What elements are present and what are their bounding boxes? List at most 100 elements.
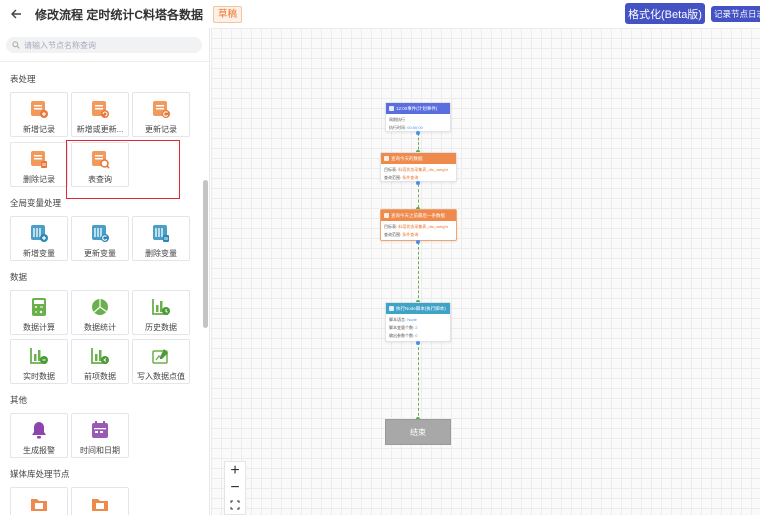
clock-icon xyxy=(389,106,394,111)
connector xyxy=(418,242,419,303)
node-line: 周期执行 xyxy=(389,117,405,122)
status-badge: 草稿 xyxy=(213,5,243,23)
zoom-in-button[interactable]: + xyxy=(224,462,246,479)
format-button[interactable]: 格式化(Beta版) xyxy=(625,3,705,24)
node-add-variable[interactable]: 新增变量 xyxy=(10,216,68,261)
table-upsert-icon xyxy=(92,101,109,118)
node-label: 更新记录 xyxy=(145,125,177,134)
write-data-icon xyxy=(152,349,168,364)
node-header: 执行Node脚本(执行脚本) xyxy=(386,303,450,314)
pie-chart-icon xyxy=(92,299,108,315)
section-title-data: 数据 xyxy=(10,272,28,282)
search-icon xyxy=(12,41,20,49)
node-label: 新增记录 xyxy=(23,125,55,134)
bell-icon xyxy=(32,422,46,439)
node-label: 数据计算 xyxy=(23,323,55,332)
back-arrow-icon[interactable] xyxy=(10,7,24,21)
node-media-2[interactable] xyxy=(71,487,129,515)
node-label: 前项数据 xyxy=(84,372,116,381)
fit-view-icon[interactable] xyxy=(224,497,246,514)
node-label: 删除变量 xyxy=(145,249,177,258)
section-title-other: 其他 xyxy=(10,395,28,405)
node-header: 查询今天之前最后一条数据 xyxy=(381,210,456,221)
node-search-box[interactable] xyxy=(6,37,202,53)
calendar-icon xyxy=(92,421,108,438)
node-title: 查询今天的数据 xyxy=(391,155,423,161)
flow-canvas[interactable] xyxy=(211,28,760,515)
node-body: 目标表: 料塔状态采集表_dtu_weight 查询范围: 条件查询 xyxy=(381,221,456,241)
port-dot[interactable] xyxy=(416,181,420,185)
node-delete-record[interactable]: 删除记录 xyxy=(10,142,68,187)
table-icon xyxy=(384,213,389,218)
node-label: 生成报警 xyxy=(23,446,55,455)
node-label: 数据统计 xyxy=(84,323,116,332)
page-title: 修改流程 定时统计C料塔各数据 xyxy=(35,7,204,22)
port-dot[interactable] xyxy=(416,131,420,135)
previous-chart-icon xyxy=(91,348,109,364)
table-update-icon xyxy=(153,101,170,118)
node-data-calc[interactable]: 数据计算 xyxy=(10,290,68,335)
flow-node-query-previous[interactable]: 查询今天之前最后一条数据 目标表: 料塔状态采集表_dtu_weight 查询范… xyxy=(380,209,457,241)
connector xyxy=(418,342,419,421)
node-label: 更新变量 xyxy=(84,249,116,258)
log-node-button[interactable]: 记录节点日志 xyxy=(711,6,760,22)
node-body: 脚本语言: Node 脚本变量个数: 2 输出参数个数: 0 xyxy=(386,314,450,342)
history-chart-icon xyxy=(152,299,170,315)
node-label: 写入数据点值 xyxy=(137,372,185,381)
flow-node-query-today[interactable]: 查询今天的数据 目标表: 料塔状态采集表_dtu_weight 查询范围: 条件… xyxy=(380,152,457,182)
media-folder-icon xyxy=(31,499,47,511)
section-title-table: 表处理 xyxy=(10,74,36,84)
node-realtime-data[interactable]: 实时数据 xyxy=(10,339,68,384)
node-search-input[interactable] xyxy=(24,40,194,50)
node-palette-sidebar: 表处理 新增记录 新增或更新... 更新记录 删除记录 表查询 全局变量处理 新… xyxy=(0,28,210,515)
node-label: 实时数据 xyxy=(23,372,55,381)
variable-add-icon xyxy=(31,225,48,242)
flow-node-end[interactable]: 结束 xyxy=(385,419,451,445)
node-generate-alarm[interactable]: 生成报警 xyxy=(10,413,68,458)
table-icon xyxy=(384,156,389,161)
table-add-icon xyxy=(31,101,48,118)
node-update-record[interactable]: 更新记录 xyxy=(132,92,190,137)
variable-update-icon xyxy=(92,225,109,242)
node-previous-data[interactable]: 前项数据 xyxy=(71,339,129,384)
node-line: 脚本变量个数: 2 xyxy=(389,325,418,330)
node-upsert-record[interactable]: 新增或更新... xyxy=(71,92,129,137)
node-write-datapoint[interactable]: 写入数据点值 xyxy=(132,339,190,384)
port-dot[interactable] xyxy=(416,341,420,345)
node-history-data[interactable]: 历史数据 xyxy=(132,290,190,335)
node-line: 查询范围: 条件查询 xyxy=(384,232,419,237)
node-label: 时间和日期 xyxy=(80,446,120,455)
port-dot[interactable] xyxy=(416,240,420,244)
script-icon xyxy=(389,306,394,311)
node-header: 查询今天的数据 xyxy=(381,153,456,164)
node-title: 12:00事件(计划事件) xyxy=(396,105,438,111)
node-label: 新增或更新... xyxy=(76,125,124,134)
node-label: 删除记录 xyxy=(23,175,55,184)
sidebar-scrollbar[interactable] xyxy=(203,180,208,328)
calculator-icon xyxy=(32,298,46,316)
flow-node-trigger[interactable]: 12:00事件(计划事件) 周期执行 执行时间: 00:00:00 xyxy=(385,102,451,132)
node-label: 新增变量 xyxy=(23,249,55,258)
node-add-record[interactable]: 新增记录 xyxy=(10,92,68,137)
node-date-time[interactable]: 时间和日期 xyxy=(71,413,129,458)
node-title: 执行Node脚本(执行脚本) xyxy=(396,305,446,311)
node-delete-variable[interactable]: 删除变量 xyxy=(132,216,190,261)
table-delete-icon xyxy=(31,151,47,168)
node-line: 目标表: 料塔状态采集表_dtu_weight xyxy=(384,224,448,229)
realtime-chart-icon xyxy=(30,348,48,364)
zoom-out-button[interactable]: − xyxy=(224,479,246,496)
zoom-controls: + − xyxy=(224,461,246,515)
node-line: 目标表: 料塔状态采集表_dtu_weight xyxy=(384,167,448,172)
flow-node-script[interactable]: 执行Node脚本(执行脚本) 脚本语言: Node 脚本变量个数: 2 输出参数… xyxy=(385,302,451,342)
app-root: 修改流程 定时统计C料塔各数据 草稿 格式化(Beta版) 记录节点日志 表处理… xyxy=(0,0,760,515)
node-title: 查询今天之前最后一条数据 xyxy=(391,212,445,218)
divider xyxy=(0,61,209,62)
node-media-1[interactable] xyxy=(10,487,68,515)
variable-delete-icon xyxy=(153,225,169,242)
selection-highlight-box xyxy=(66,140,180,199)
node-update-variable[interactable]: 更新变量 xyxy=(71,216,129,261)
node-line: 脚本语言: Node xyxy=(389,317,417,322)
node-line: 输出参数个数: 0 xyxy=(389,333,418,338)
section-title-global-vars: 全局变量处理 xyxy=(10,198,62,208)
node-data-stats[interactable]: 数据统计 xyxy=(71,290,129,335)
